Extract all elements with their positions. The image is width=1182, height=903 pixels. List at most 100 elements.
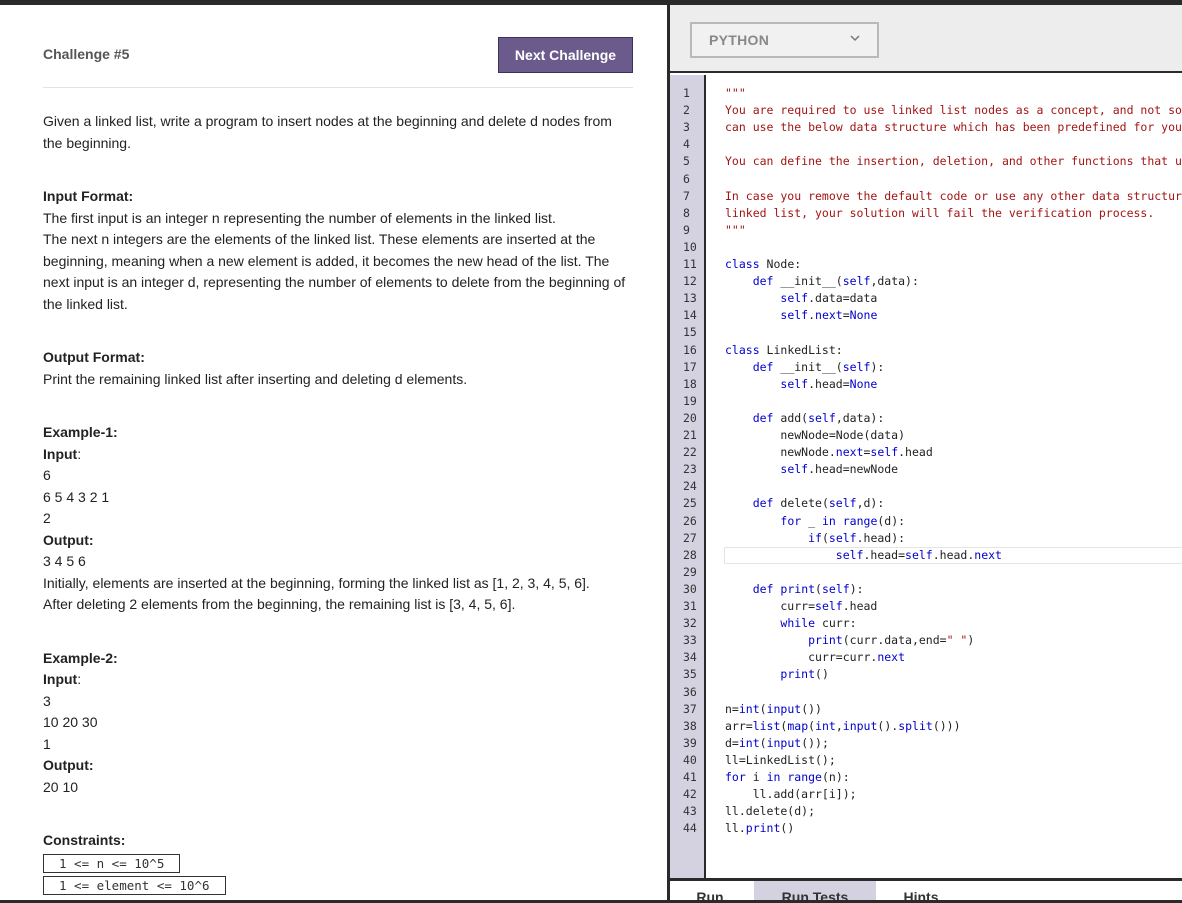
line-number: 34 (683, 650, 697, 665)
input-format-heading: Input Format: (43, 188, 134, 204)
line-number: 42 (683, 787, 697, 802)
constraint-item: 1 <= n <= 10^5 (43, 853, 181, 873)
example-2-output-line: 20 10 (43, 778, 79, 795)
line-number: 27 (683, 530, 697, 545)
next-challenge-button[interactable]: Next Challenge (498, 37, 633, 73)
line-number: 21 (683, 428, 697, 442)
example-2-input-line: 3 (43, 692, 51, 709)
line-number: 44 (683, 821, 697, 836)
constraint-item: 1 <= element <= 10^6 (43, 876, 226, 895)
tab-run[interactable]: Run (670, 881, 750, 900)
code-line: ll=LinkedList(); (725, 752, 836, 767)
challenge-title: Challenge #5 (43, 46, 130, 62)
line-number: 30 (683, 581, 697, 596)
code-line: In case you remove the default code or u… (725, 188, 1182, 203)
example-1-explanation: After deleting 2 elements from the begin… (43, 596, 516, 612)
problem-header: Challenge #5 Next Challenge (43, 5, 633, 88)
example-1-heading: Example-1: (43, 424, 118, 440)
line-number: 12 (683, 274, 697, 289)
line-number: 1 (683, 86, 690, 100)
code-line: linked list, your solution will fail the… (725, 205, 1155, 220)
code-line: self.next=None (780, 308, 878, 323)
line-number: 24 (683, 479, 697, 494)
example-1-input-label: Input: (43, 445, 82, 462)
example-2-input-label: Input: (43, 671, 82, 687)
code-line: You can define the insertion, deletion, … (725, 154, 1182, 169)
line-number: 9 (683, 222, 690, 237)
line-number: 6 (683, 171, 690, 186)
line-number: 13 (683, 291, 697, 306)
code-line: """ (725, 86, 746, 100)
line-number: 28 (683, 547, 697, 562)
editor-toolbar: PYTHON (670, 5, 1182, 73)
constraints-heading: Constraints: (43, 832, 126, 848)
line-number: 38 (683, 718, 697, 733)
code-line: for i in range(n): (725, 770, 850, 784)
example-1-output-line: 3 4 5 6 (43, 553, 86, 569)
code-line: arr=list(map(int,input().split())) (725, 718, 961, 733)
line-number: 25 (683, 496, 697, 511)
code-line: curr=self.head (725, 599, 878, 613)
output-format-heading: Output Format: (43, 349, 145, 365)
line-number: 32 (683, 616, 697, 631)
output-format-text: Print the remaining linked list after in… (43, 370, 468, 387)
code-line: def __init__(self,data): (752, 274, 919, 289)
line-number: 18 (683, 376, 697, 391)
line-number: 29 (683, 564, 697, 579)
line-number: 5 (683, 154, 690, 169)
line-number: 17 (683, 359, 697, 374)
example-1-explanation: Initially, elements are inserted at the … (43, 574, 590, 591)
input-format-line: The first input is an integer n represen… (43, 209, 556, 226)
line-number: 36 (683, 684, 697, 699)
line-number: 31 (683, 599, 697, 613)
line-number: 23 (683, 462, 697, 477)
problem-statement: Given a linked list, write a program to … (43, 111, 633, 897)
code-line: ll.delete(d); (725, 804, 816, 819)
line-number: 19 (683, 393, 697, 408)
line-number: 14 (683, 308, 697, 323)
problem-panel: Challenge #5 Next Challenge Given a link… (0, 5, 667, 900)
code-line: d=int(input()); (725, 735, 829, 750)
line-number: 4 (683, 137, 690, 152)
editor-panel: PYTHON 1 2 3 4 5 6 7 8 9 10 11 12 13 14 15 16 17 18 19 20 21… (670, 5, 1182, 900)
line-number: 33 (683, 633, 697, 648)
code-editor[interactable]: 1 2 3 4 5 6 7 8 9 10 11 12 13 14 15 16 17 18 19 20 21 22 23 24 2… (670, 75, 1182, 878)
code-line: class Node: (725, 257, 802, 271)
line-number: 37 (683, 701, 697, 716)
line-number: 16 (683, 342, 697, 357)
line-number: 7 (683, 188, 690, 203)
code-line: n=int(input()) (725, 701, 822, 716)
code-line: ll.print() (725, 821, 795, 836)
line-number: 22 (683, 445, 697, 460)
line-number: 40 (683, 752, 697, 767)
code-line: self.head=None (780, 376, 878, 391)
code-line: ll.add(arr[i]); (725, 787, 857, 802)
example-1-input-line: 2 (43, 510, 51, 526)
line-number: 10 (683, 239, 697, 254)
language-select-value: PYTHON (709, 32, 770, 48)
example-2-input-line: 10 20 30 (43, 714, 98, 730)
line-number: 35 (683, 667, 697, 682)
example-2-input-line: 1 (43, 735, 51, 752)
code-line: def delete(self,d): (752, 496, 885, 511)
line-number: 41 (683, 770, 697, 784)
code-line: def add(self,data): (752, 410, 885, 425)
line-number: 20 (683, 410, 697, 425)
code-line: self.data=data (780, 291, 878, 306)
chevron-down-icon (850, 35, 860, 42)
code-line: def print(self): (752, 581, 864, 596)
example-2-heading: Example-2: (43, 649, 118, 666)
language-select[interactable]: PYTHON (690, 22, 879, 58)
line-number: 15 (683, 325, 697, 340)
code-line: """ (725, 222, 746, 237)
code-line: can use the below data structure which h… (725, 120, 1182, 135)
code-line: newNode.next=self.head (725, 445, 933, 460)
line-number: 39 (683, 735, 697, 750)
tab-hints[interactable]: Hints (876, 881, 966, 900)
line-number: 26 (683, 513, 697, 528)
tab-run-tests[interactable]: Run Tests (754, 881, 876, 900)
code-line: curr=curr.next (725, 650, 906, 665)
code-line: print() (780, 667, 829, 682)
line-number: 43 (683, 804, 697, 819)
code-line: self.head=self.head.next (835, 547, 1002, 562)
